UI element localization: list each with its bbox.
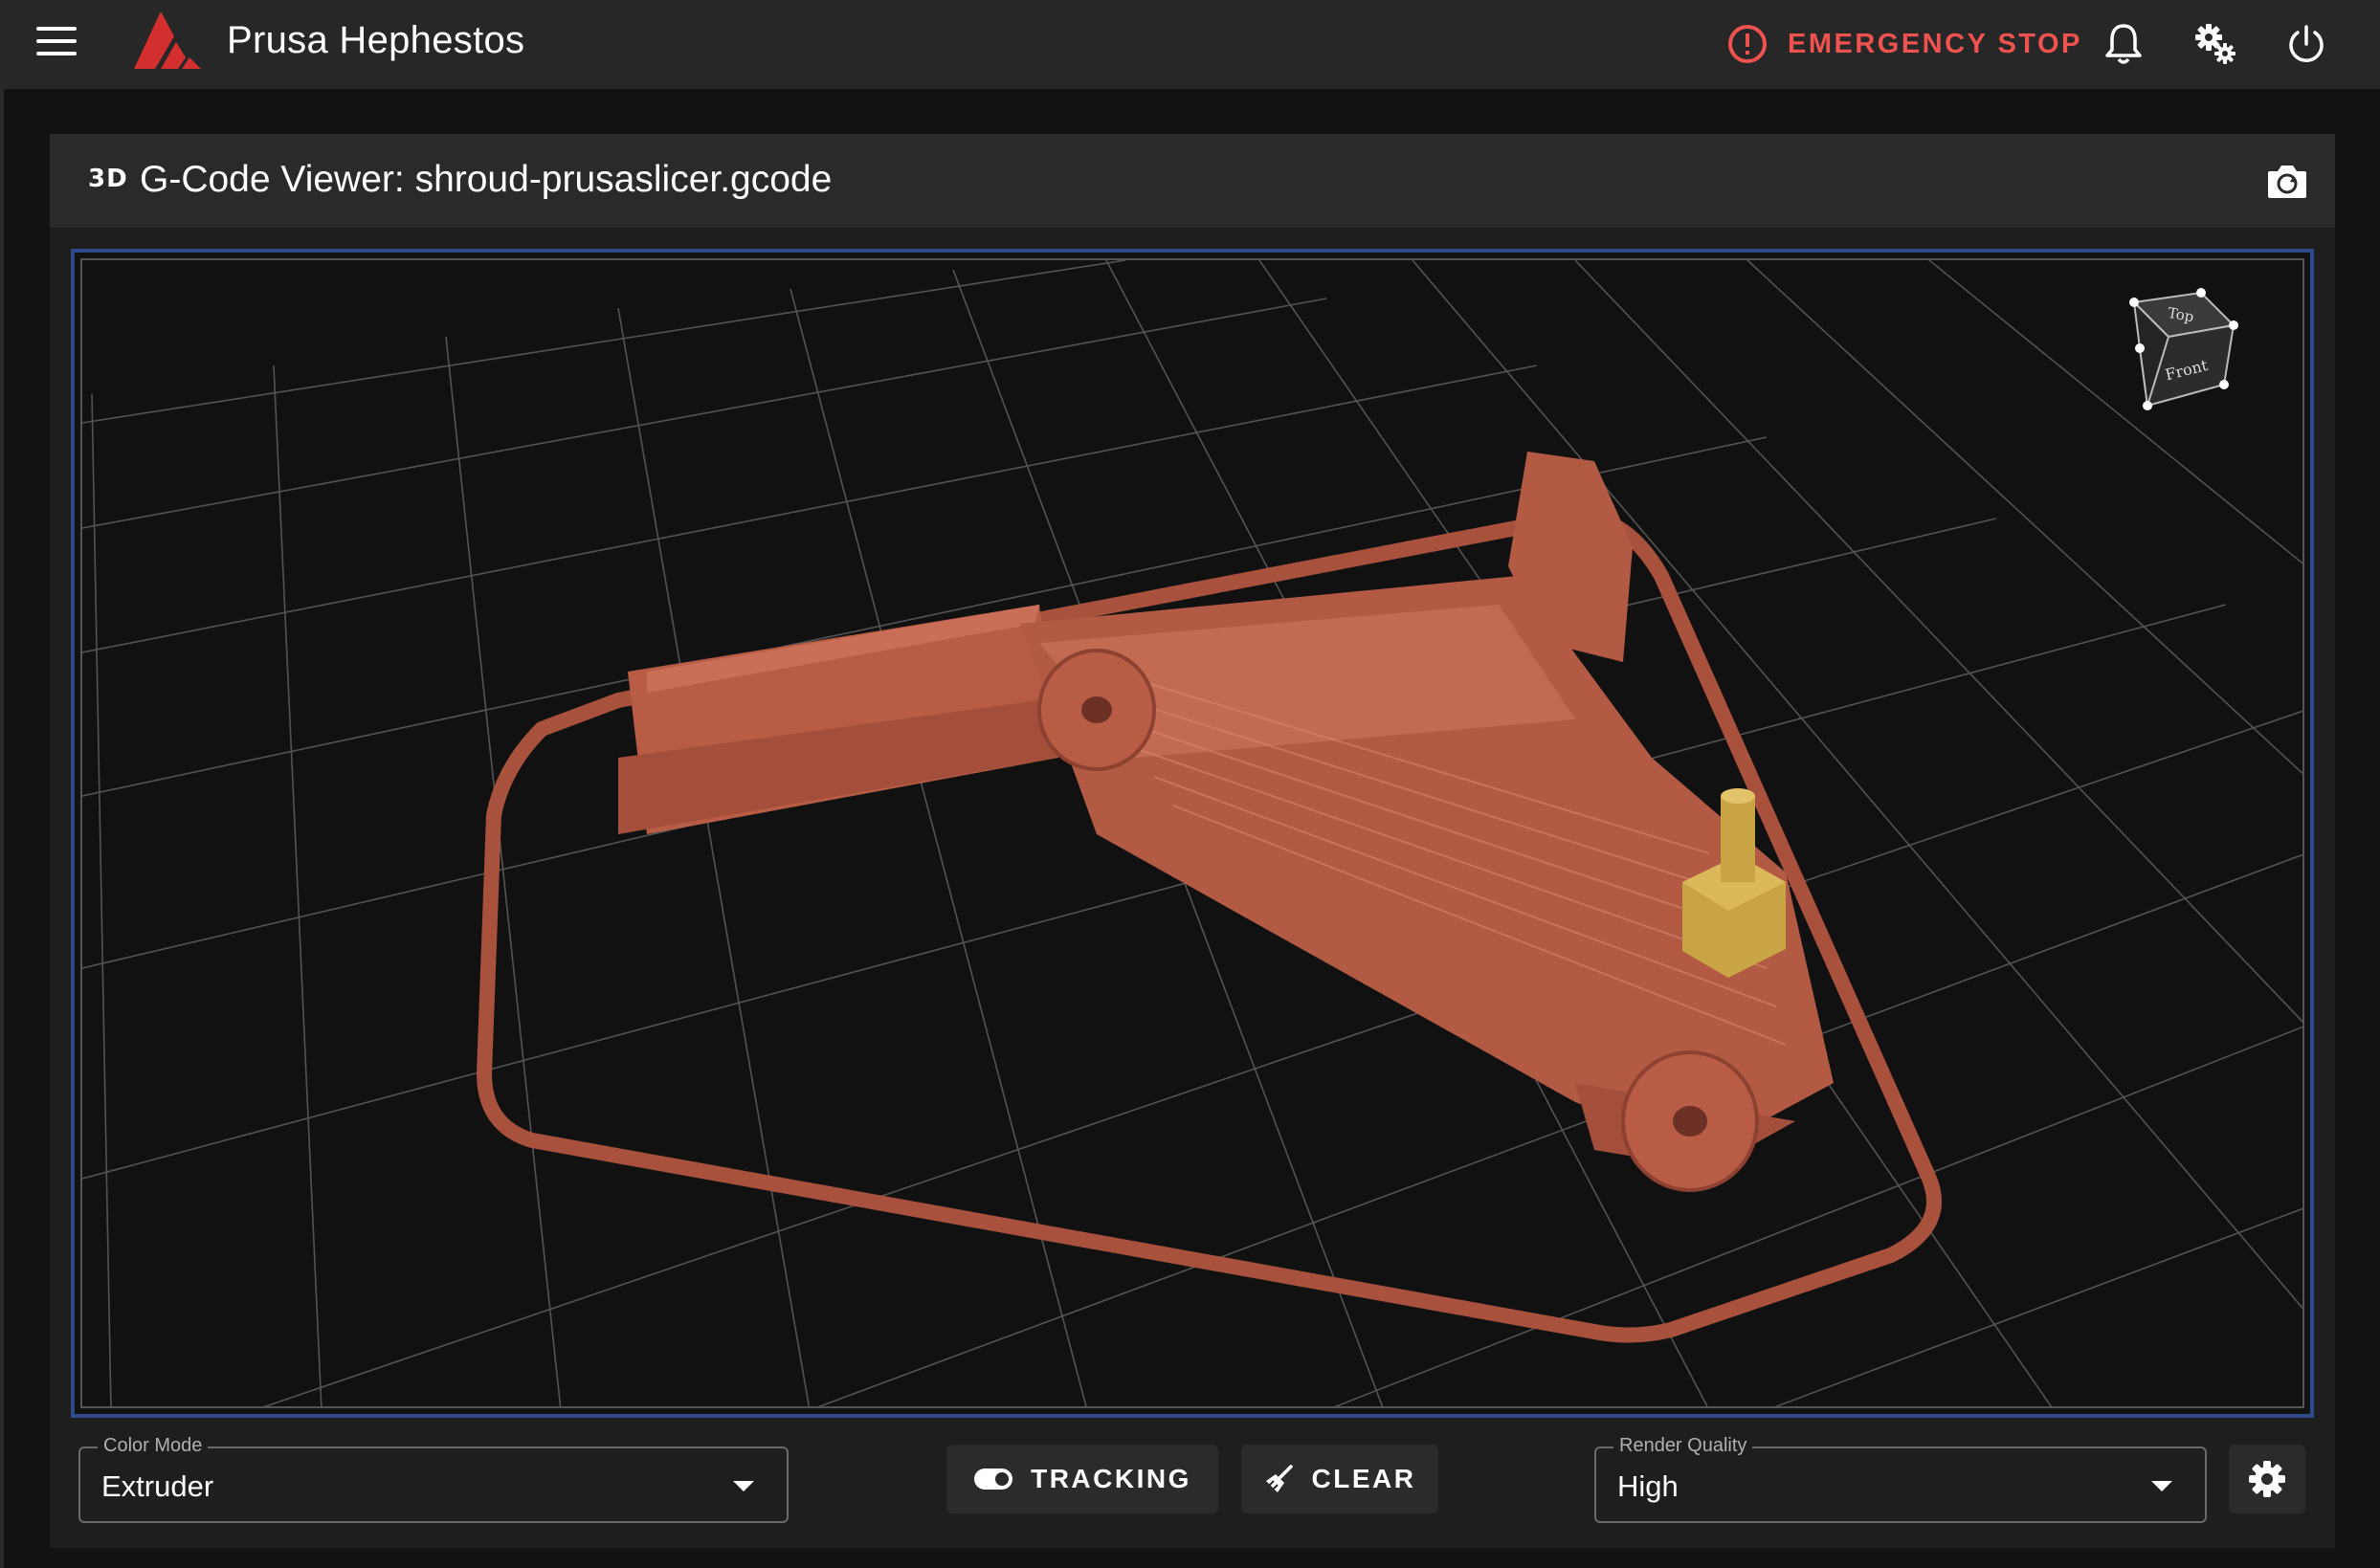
window-edge <box>0 0 4 1568</box>
app-bar: Prusa Hephestos EMERGENCY STOP <box>0 0 2380 89</box>
gcode-scene <box>82 260 2302 1406</box>
gears-icon <box>2195 24 2235 64</box>
chevron-down-icon <box>733 1481 754 1491</box>
view-cube[interactable]: Top Front <box>2119 283 2253 417</box>
clear-label: CLEAR <box>1311 1464 1416 1493</box>
emergency-stop-label: EMERGENCY STOP <box>1788 28 2082 59</box>
broom-icon <box>1265 1465 1293 1492</box>
viewer-controls: Color Mode Extruder TRACKING CLEAR Rende… <box>50 1435 2335 1540</box>
tracking-label: TRACKING <box>1031 1464 1191 1493</box>
card-header: 3D G-Code Viewer: shroud-prusaslicer.gco… <box>50 134 2335 228</box>
3d-viewport[interactable]: Top Front <box>71 249 2314 1418</box>
render-quality-select[interactable]: Render Quality High <box>1594 1435 2207 1523</box>
power-icon <box>2289 25 2324 62</box>
app-title: Prusa Hephestos <box>227 19 525 61</box>
render-quality-value: High <box>1617 1469 1679 1503</box>
render-quality-label: Render Quality <box>1613 1435 1753 1457</box>
bell-icon <box>2105 24 2142 64</box>
tracking-button[interactable]: TRACKING <box>946 1445 1218 1513</box>
camera-reset-icon[interactable] <box>2264 158 2310 204</box>
3d-canvas[interactable]: Top Front <box>80 258 2304 1408</box>
chevron-down-icon <box>2151 1481 2172 1491</box>
alert-circle-icon <box>1728 25 1767 63</box>
color-mode-value: Extruder <box>101 1469 214 1503</box>
gcode-viewer-card: 3D G-Code Viewer: shroud-prusaslicer.gco… <box>50 134 2335 1548</box>
emergency-stop-button[interactable]: EMERGENCY STOP <box>1726 19 2082 69</box>
viewer-settings-button[interactable] <box>2229 1445 2305 1513</box>
settings-gears-button[interactable] <box>2189 17 2242 71</box>
clear-button[interactable]: CLEAR <box>1241 1445 1438 1513</box>
notifications-button[interactable] <box>2097 17 2150 71</box>
3d-badge-icon: 3D <box>88 165 128 193</box>
color-mode-select[interactable]: Color Mode Extruder <box>78 1435 789 1523</box>
toggle-icon <box>974 1469 1013 1490</box>
gear-icon <box>2249 1461 2285 1497</box>
hamburger-menu-icon[interactable] <box>36 27 77 61</box>
card-title: G-Code Viewer: shroud-prusaslicer.gcode <box>140 159 833 200</box>
color-mode-label: Color Mode <box>98 1435 209 1457</box>
prusa-logo <box>134 11 201 69</box>
power-button[interactable] <box>2280 17 2333 71</box>
